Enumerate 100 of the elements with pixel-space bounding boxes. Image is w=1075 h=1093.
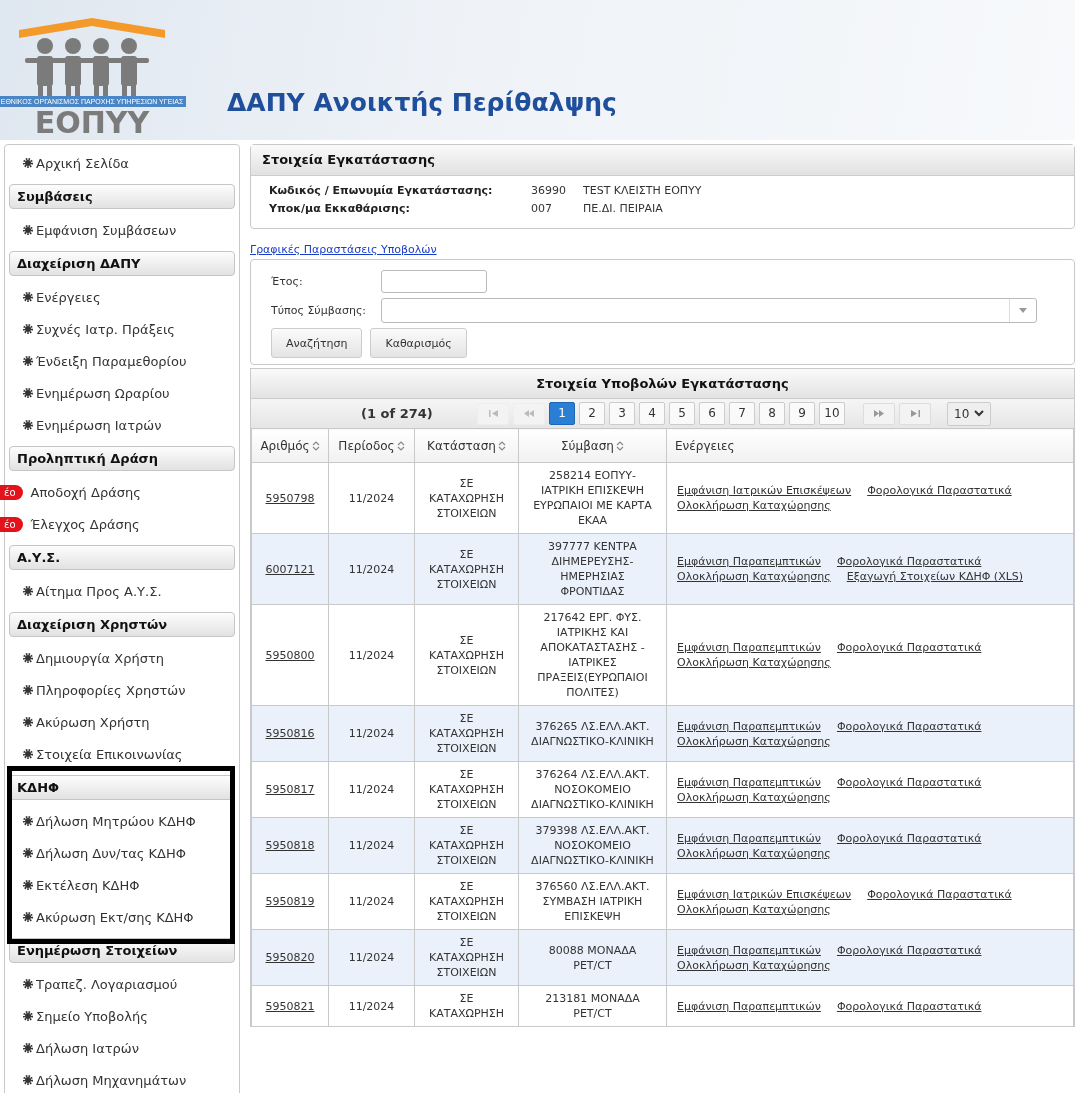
action-link[interactable]: Φορολογικά Παραστατικά <box>836 640 982 655</box>
action-link[interactable]: Φορολογικά Παραστατικά <box>836 830 982 846</box>
column-header[interactable]: Κατάσταση <box>414 428 519 463</box>
column-header[interactable]: Περίοδος <box>328 428 415 463</box>
charts-link[interactable]: Γραφικές Παραστάσεις Υποβολών <box>250 243 437 256</box>
form-button[interactable]: Καθαρισμός <box>370 328 467 358</box>
action-link[interactable]: Ολοκλήρωση Καταχώρησης <box>677 498 831 513</box>
action-link[interactable]: Ολοκλήρωση Καταχώρησης <box>677 569 831 584</box>
sidebar-item[interactable]: Δήλωση Ιατρών <box>36 1040 139 1056</box>
submission-link[interactable]: 6007121 <box>265 562 315 576</box>
page-number[interactable]: 7 <box>729 402 755 425</box>
sidebar-item[interactable]: Ενημέρωση Ωραρίου <box>36 385 170 401</box>
table-cell: ΣΕ ΚΑΤΑΧΩΡΗΣΗ ΣΤΟΙΧΕΙΩΝ <box>414 761 519 818</box>
submission-link[interactable]: 5950819 <box>265 895 315 908</box>
sidebar-item[interactable]: Ένδειξη Παραμεθορίου <box>36 353 187 369</box>
page-number[interactable]: 4 <box>639 402 665 425</box>
last-page-icon <box>910 410 920 417</box>
page-number[interactable]: 1 <box>549 402 575 425</box>
sidebar-item[interactable]: Στοιχεία Επικοινωνίας <box>36 746 183 762</box>
action-link[interactable]: Ολοκλήρωση Καταχώρησης <box>677 901 831 917</box>
first-page-icon <box>488 410 498 417</box>
submission-link[interactable]: 5950798 <box>265 491 315 505</box>
action-link[interactable]: Φορολογικά Παραστατικά <box>836 718 982 734</box>
field-value: TEST ΚΛΕΙΣΤΗ ΕΟΠΥΥ <box>583 183 702 199</box>
sidebar-item[interactable]: Δήλωση Μηχανημάτων <box>36 1072 187 1088</box>
action-link[interactable]: Εμφάνιση Παραπεμπτικών <box>677 774 821 790</box>
action-link[interactable]: Ολοκλήρωση Καταχώρησης <box>677 789 831 805</box>
rows-per-page-select[interactable]: 10 <box>947 401 992 426</box>
sidebar-item[interactable]: Έλεγχος Δράσης <box>30 516 140 532</box>
previous-page-button[interactable] <box>513 402 545 425</box>
submission-link[interactable]: 5950821 <box>265 999 315 1013</box>
sidebar-item[interactable]: Ακύρωση Χρήστη <box>36 714 150 730</box>
new-badge: έο <box>0 484 23 500</box>
sidebar-heading[interactable]: Α.Υ.Σ. <box>9 545 235 570</box>
submission-link[interactable]: 5950800 <box>265 648 315 662</box>
action-link[interactable]: Ολοκλήρωση Καταχώρησης <box>677 733 831 749</box>
sidebar-item[interactable]: Δήλωση Μητρώου ΚΔΗΦ <box>36 813 196 829</box>
sidebar-item[interactable]: Πληροφορίες Χρηστών <box>36 682 186 698</box>
action-link[interactable]: Φορολογικά Παραστατικά <box>867 886 1012 902</box>
action-link[interactable]: Εμφάνιση Παραπεμπτικών <box>677 554 821 569</box>
sidebar-item[interactable]: Εκτέλεση ΚΔΗΦ <box>36 877 140 893</box>
sidebar-item[interactable]: Ακύρωση Εκτ/σης ΚΔΗΦ <box>36 909 194 925</box>
action-link[interactable]: Ολοκλήρωση Καταχώρησης <box>677 845 831 861</box>
sidebar-heading[interactable]: Διαχείριση Χρηστών <box>9 612 235 637</box>
action-link[interactable]: Εμφάνιση Ιατρικών Επισκέψεων <box>677 483 852 498</box>
first-page-button[interactable] <box>477 402 509 425</box>
sidebar-heading[interactable]: Διαχείριση ΔΑΠΥ <box>9 251 235 276</box>
sidebar-item[interactable]: Αρχική Σελίδα <box>36 155 129 171</box>
sidebar-item[interactable]: Ενημέρωση Ιατρών <box>36 417 162 433</box>
sidebar-item[interactable]: Συχνές Ιατρ. Πράξεις <box>36 321 175 337</box>
page-number[interactable]: 10 <box>819 402 845 425</box>
next-page-button[interactable] <box>863 402 895 425</box>
action-link[interactable]: Ολοκλήρωση Καταχώρησης <box>677 655 831 670</box>
submission-link[interactable]: 5950820 <box>265 951 315 964</box>
contract-type-select[interactable] <box>381 298 1037 323</box>
sidebar-item[interactable]: Αίτημα Προς Α.Υ.Σ. <box>36 583 162 599</box>
sidebar-item[interactable]: Δήλωση Δυν/τας ΚΔΗΦ <box>36 845 186 861</box>
sidebar-item[interactable]: Σημείο Υποβολής <box>36 1008 148 1024</box>
page-number[interactable]: 9 <box>789 402 815 425</box>
action-link[interactable]: Εξαγωγή Στοιχείων ΚΔΗΦ (XLS) <box>846 569 1024 584</box>
page-number[interactable]: 5 <box>669 402 695 425</box>
sidebar-item[interactable]: Ενέργειες <box>36 289 101 305</box>
action-link[interactable]: Φορολογικά Παραστατικά <box>836 554 982 569</box>
action-link[interactable]: Εμφάνιση Παραπεμπτικών <box>677 942 821 958</box>
page-number[interactable]: 6 <box>699 402 725 425</box>
column-header[interactable]: Ενέργειες <box>666 428 1074 463</box>
column-header[interactable]: Σύμβαση <box>518 428 667 463</box>
sidebar-item[interactable]: Δημιουργία Χρήστη <box>36 650 165 666</box>
gear-icon <box>23 1075 33 1085</box>
sidebar-item[interactable]: Αποδοχή Δράσης <box>30 484 141 500</box>
submission-link[interactable]: 5950816 <box>265 727 315 740</box>
action-link[interactable]: Ολοκλήρωση Καταχώρησης <box>677 957 831 973</box>
action-link[interactable]: Φορολογικά Παραστατικά <box>836 774 982 790</box>
page-number[interactable]: 8 <box>759 402 785 425</box>
logo-name: ΕΟΠΥΥ <box>34 106 150 139</box>
submission-link[interactable]: 5950817 <box>265 783 315 796</box>
action-link[interactable]: Εμφάνιση Ιατρικών Επισκέψεων <box>677 886 852 902</box>
page-number[interactable]: 3 <box>609 402 635 425</box>
last-page-button[interactable] <box>899 402 931 425</box>
sidebar-item[interactable]: Τραπεζ. Λογαριασμού <box>36 976 178 992</box>
action-link[interactable]: Εμφάνιση Παραπεμπτικών <box>677 640 821 655</box>
year-field[interactable] <box>381 270 487 293</box>
next-page-icon <box>874 410 884 417</box>
column-header[interactable]: Αριθμός <box>251 428 329 463</box>
action-link[interactable]: Φορολογικά Παραστατικά <box>867 483 1012 498</box>
table-cell: 217642 ΕΡΓ. ΦΥΣ. ΙΑΤΡΙΚΗΣ ΚΑΙ ΑΠΟΚΑΤΑΣΤΑΣΗΣ - ΙΑΤΡΙΚΕΣ ΠΡΑΞΕΙΣ(ΕΥΡΩΠΑΙΟΙ ΠΟΛΙΤΕΣ) <box>518 604 667 706</box>
form-button[interactable]: Αναζήτηση <box>271 328 363 358</box>
sidebar-heading[interactable]: Συμβάσεις <box>9 184 235 209</box>
sidebar-item[interactable]: Εμφάνιση Συμβάσεων <box>36 222 177 238</box>
action-link[interactable]: Εμφάνιση Παραπεμπτικών <box>677 718 821 734</box>
table-cell: ΣΕ ΚΑΤΑΧΩΡΗΣΗ <box>414 985 519 1027</box>
action-link[interactable]: Φορολογικά Παραστατικά <box>836 942 982 958</box>
action-link[interactable]: Φορολογικά Παραστατικά <box>836 998 982 1014</box>
page-number[interactable]: 2 <box>579 402 605 425</box>
sidebar-heading[interactable]: Προληπτική Δράση <box>9 446 235 471</box>
submission-link[interactable]: 5950818 <box>265 839 315 852</box>
action-link[interactable]: Εμφάνιση Παραπεμπτικών <box>677 830 821 846</box>
action-link[interactable]: Εμφάνιση Παραπεμπτικών <box>677 998 821 1014</box>
table-title: Στοιχεία Υποβολών Εγκατάστασης <box>251 369 1074 399</box>
gear-icon <box>23 420 33 430</box>
